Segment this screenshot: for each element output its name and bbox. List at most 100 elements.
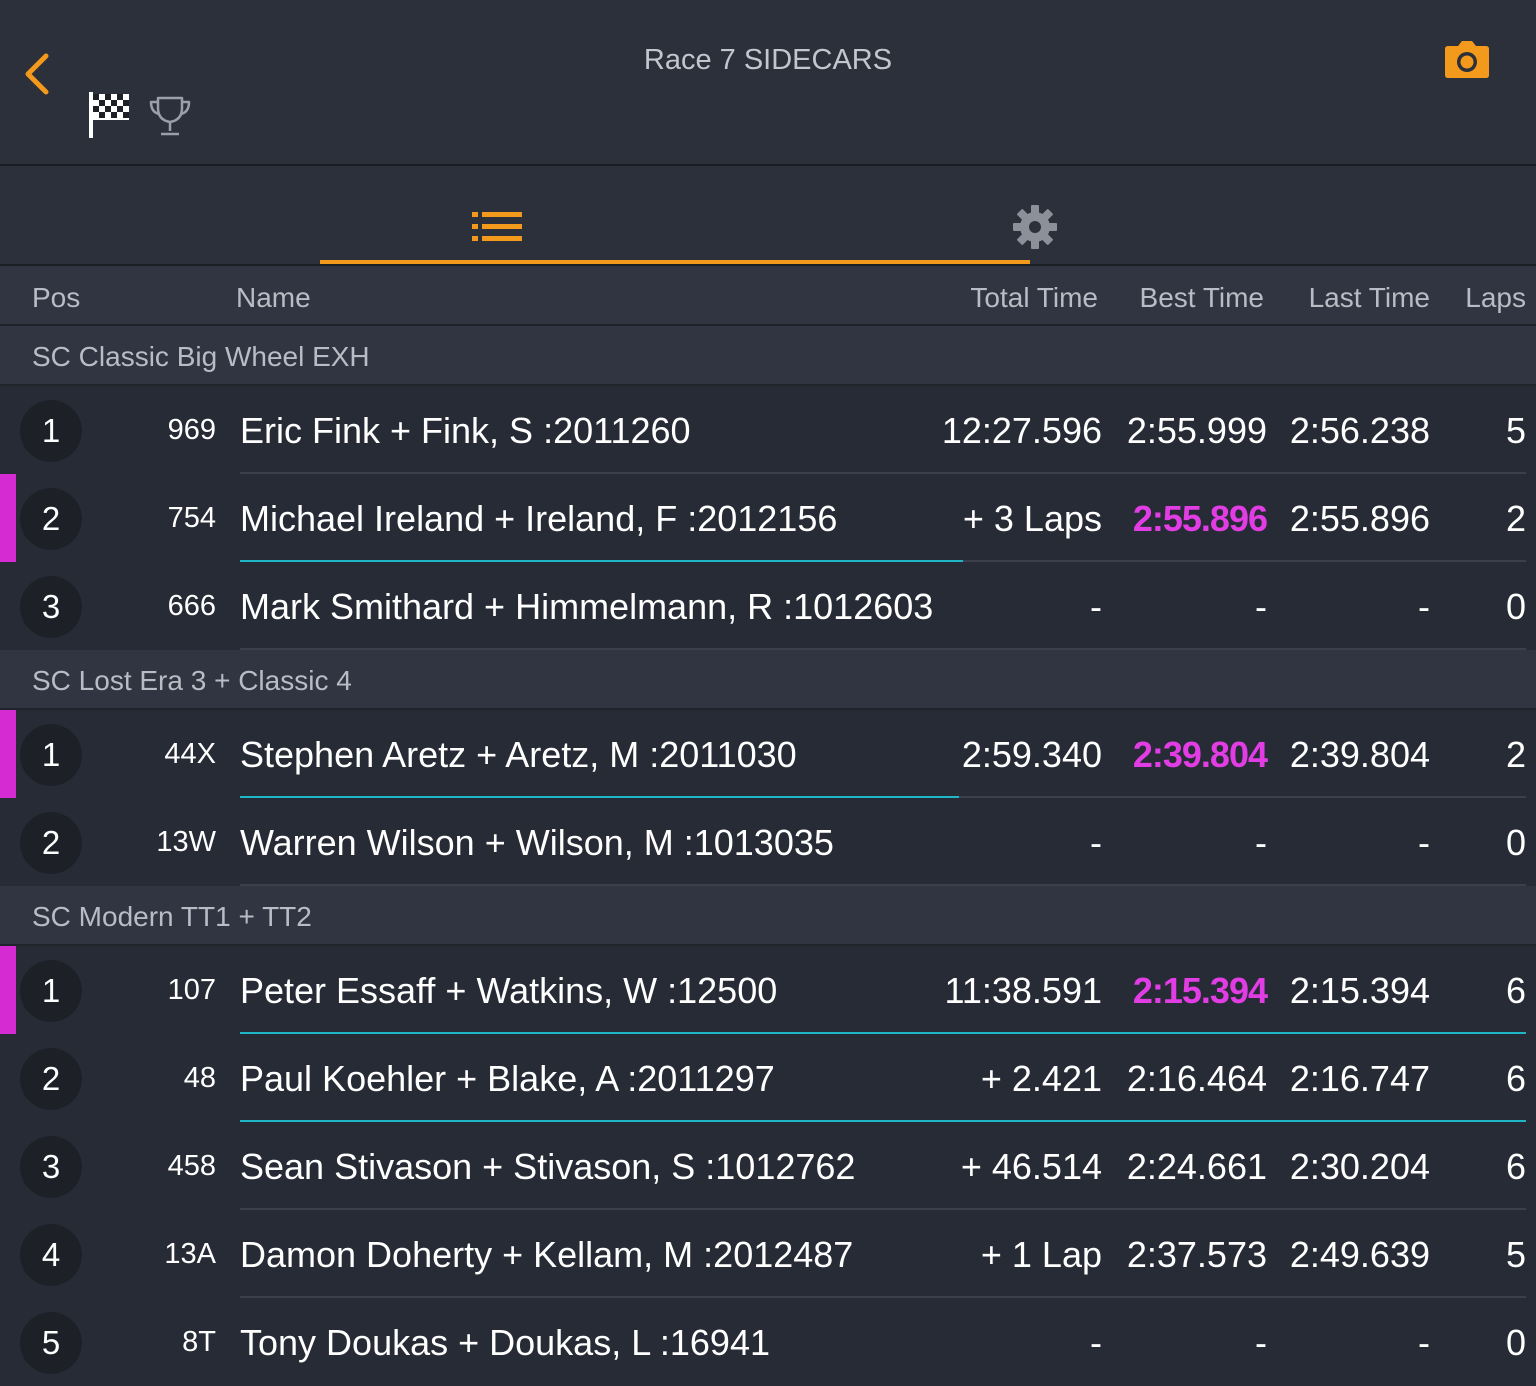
total-time: + 1 Lap (980, 1234, 1102, 1275)
lap-count: 0 (1505, 1322, 1526, 1363)
lap-count: 6 (1505, 970, 1526, 1011)
position-badge: 3 (20, 576, 82, 638)
lap-count: 0 (1505, 822, 1526, 863)
lap-count: 6 (1505, 1058, 1526, 1099)
rider-name: Tony Doukas + Doukas, L :16941 (240, 1322, 770, 1363)
last-time: 2:16.747 (1289, 1058, 1430, 1099)
total-time: 12:27.596 (941, 410, 1102, 451)
total-time: + 3 Laps (962, 498, 1102, 539)
position-badge: 1 (20, 960, 82, 1022)
class-group-header: SC Modern TT1 + TT2 (0, 886, 1536, 946)
table-row[interactable]: 1 969 Eric Fink + Fink, S :2011260 12:27… (0, 386, 1536, 474)
race-number: 8T (182, 1326, 216, 1358)
best-time: 2:24.661 (1126, 1146, 1267, 1187)
column-header-laps[interactable]: Laps (1465, 282, 1526, 314)
rider-name: Peter Essaff + Watkins, W :12500 (240, 970, 778, 1011)
race-number: 458 (167, 1150, 216, 1182)
column-header-row: Pos Name Total Time Best Time Last Time … (0, 266, 1536, 326)
position-badge: 4 (20, 1224, 82, 1286)
active-tab-indicator (320, 260, 1030, 264)
lap-count: 0 (1505, 586, 1526, 627)
list-icon (472, 212, 522, 241)
class-group-title: SC Classic Big Wheel EXH (32, 341, 370, 372)
lap-count: 2 (1505, 498, 1526, 539)
position-badge: 2 (20, 488, 82, 550)
column-header-best-time[interactable]: Best Time (1140, 282, 1264, 314)
last-time: 2:30.204 (1289, 1146, 1430, 1187)
class-group-header: SC Lost Era 3 + Classic 4 (0, 650, 1536, 710)
column-header-name[interactable]: Name (236, 282, 311, 314)
race-number: 969 (167, 414, 216, 446)
best-time: 2:55.999 (1126, 410, 1267, 451)
last-time: - (1418, 822, 1430, 863)
best-time-fastest: 2:15.394 (1132, 970, 1268, 1011)
total-time: 11:38.591 (944, 970, 1102, 1011)
position-badge: 3 (20, 1136, 82, 1198)
tab-results-list[interactable] (320, 166, 1030, 264)
last-time: 2:56.238 (1289, 410, 1430, 451)
fastest-lap-marker (0, 474, 16, 562)
race-number: 754 (167, 502, 216, 534)
column-header-total-time[interactable]: Total Time (970, 282, 1098, 314)
rider-name: Stephen Aretz + Aretz, M :2011030 (240, 734, 797, 775)
last-time: - (1418, 1322, 1430, 1363)
header-bar: Race 7 SIDECARS (0, 0, 1536, 166)
rider-name: Warren Wilson + Wilson, M :1013035 (240, 822, 834, 863)
class-group-title: SC Lost Era 3 + Classic 4 (32, 665, 352, 696)
last-time: 2:39.804 (1289, 734, 1430, 775)
fastest-lap-marker (0, 710, 16, 798)
race-number: 13A (164, 1238, 216, 1270)
position-badge: 2 (20, 1048, 82, 1110)
rider-name: Eric Fink + Fink, S :2011260 (240, 410, 691, 451)
tab-settings[interactable] (1000, 166, 1070, 264)
trophy-icon[interactable] (148, 94, 192, 138)
position-badge: 1 (20, 724, 82, 786)
table-row[interactable]: 5 8T Tony Doukas + Doukas, L :16941 - - … (0, 1298, 1536, 1386)
tab-bar (0, 166, 1536, 266)
total-time: 2:59.340 (961, 734, 1102, 775)
best-time-fastest: 2:39.804 (1132, 734, 1268, 775)
lap-count: 2 (1505, 734, 1526, 775)
table-row[interactable]: 2 13W Warren Wilson + Wilson, M :1013035… (0, 798, 1536, 886)
column-header-last-time[interactable]: Last Time (1309, 282, 1430, 314)
lap-count: 5 (1505, 1234, 1526, 1275)
total-time: + 2.421 (980, 1058, 1102, 1099)
last-time: - (1418, 586, 1430, 627)
fastest-lap-marker (0, 946, 16, 1034)
checkered-flag-icon[interactable] (86, 90, 132, 140)
best-time: - (1255, 586, 1267, 627)
best-time-fastest: 2:55.896 (1132, 498, 1268, 539)
rider-name: Mark Smithard + Himmelmann, R :1012603 (240, 586, 934, 627)
table-row[interactable]: 1 44X Stephen Aretz + Aretz, M :2011030 … (0, 710, 1536, 798)
last-time: 2:49.639 (1289, 1234, 1430, 1275)
position-badge: 5 (20, 1312, 82, 1374)
table-row[interactable]: 3 458 Sean Stivason + Stivason, S :10127… (0, 1122, 1536, 1210)
lap-count: 6 (1505, 1146, 1526, 1187)
rider-name: Michael Ireland + Ireland, F :2012156 (240, 498, 838, 539)
rider-name: Sean Stivason + Stivason, S :1012762 (240, 1146, 856, 1187)
last-time: 2:15.394 (1289, 970, 1430, 1011)
table-row[interactable]: 1 107 Peter Essaff + Watkins, W :12500 1… (0, 946, 1536, 1034)
table-row[interactable]: 4 13A Damon Doherty + Kellam, M :2012487… (0, 1210, 1536, 1298)
page-title: Race 7 SIDECARS (643, 44, 893, 76)
table-row[interactable]: 3 666 Mark Smithard + Himmelmann, R :101… (0, 562, 1536, 650)
total-time: + 46.514 (960, 1146, 1102, 1187)
last-time: 2:55.896 (1289, 498, 1430, 539)
camera-icon[interactable] (1444, 40, 1490, 80)
best-time: - (1255, 822, 1267, 863)
class-group-title: SC Modern TT1 + TT2 (32, 901, 312, 932)
position-badge: 1 (20, 400, 82, 462)
total-time: - (1090, 1322, 1102, 1363)
best-time: 2:16.464 (1126, 1058, 1267, 1099)
race-number: 107 (167, 974, 216, 1006)
column-header-pos[interactable]: Pos (32, 282, 80, 314)
gear-icon (1013, 205, 1057, 249)
total-time: - (1090, 586, 1102, 627)
rider-name: Damon Doherty + Kellam, M :2012487 (240, 1234, 854, 1275)
class-group-header: SC Classic Big Wheel EXH (0, 326, 1536, 386)
table-row[interactable]: 2 754 Michael Ireland + Ireland, F :2012… (0, 474, 1536, 562)
race-number: 13W (156, 826, 216, 858)
position-badge: 2 (20, 812, 82, 874)
total-time: - (1090, 822, 1102, 863)
table-row[interactable]: 2 48 Paul Koehler + Blake, A :2011297 + … (0, 1034, 1536, 1122)
